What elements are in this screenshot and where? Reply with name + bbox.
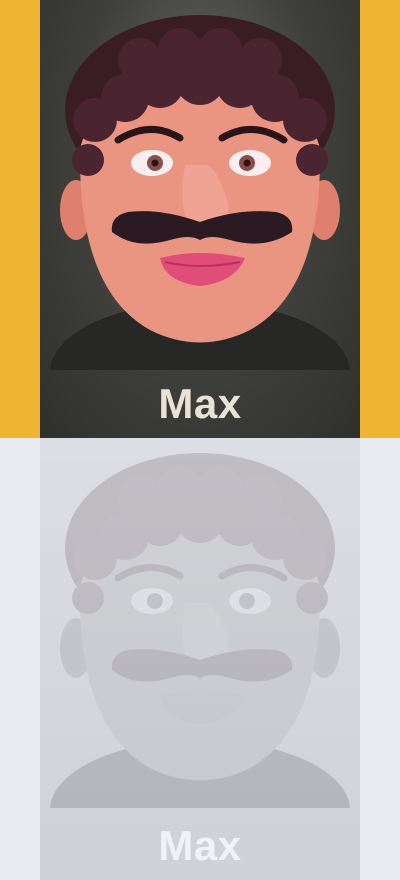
character-portrait-max-faded-icon xyxy=(50,453,350,808)
character-name-label: Max xyxy=(158,380,242,427)
character-select-screen: Max Max xyxy=(0,0,400,880)
character-card-max-faded[interactable]: Max xyxy=(40,438,360,880)
character-name-label-faded: Max xyxy=(158,822,242,869)
character-card-max[interactable]: Max xyxy=(40,0,360,438)
character-portrait-max-icon xyxy=(50,15,350,370)
